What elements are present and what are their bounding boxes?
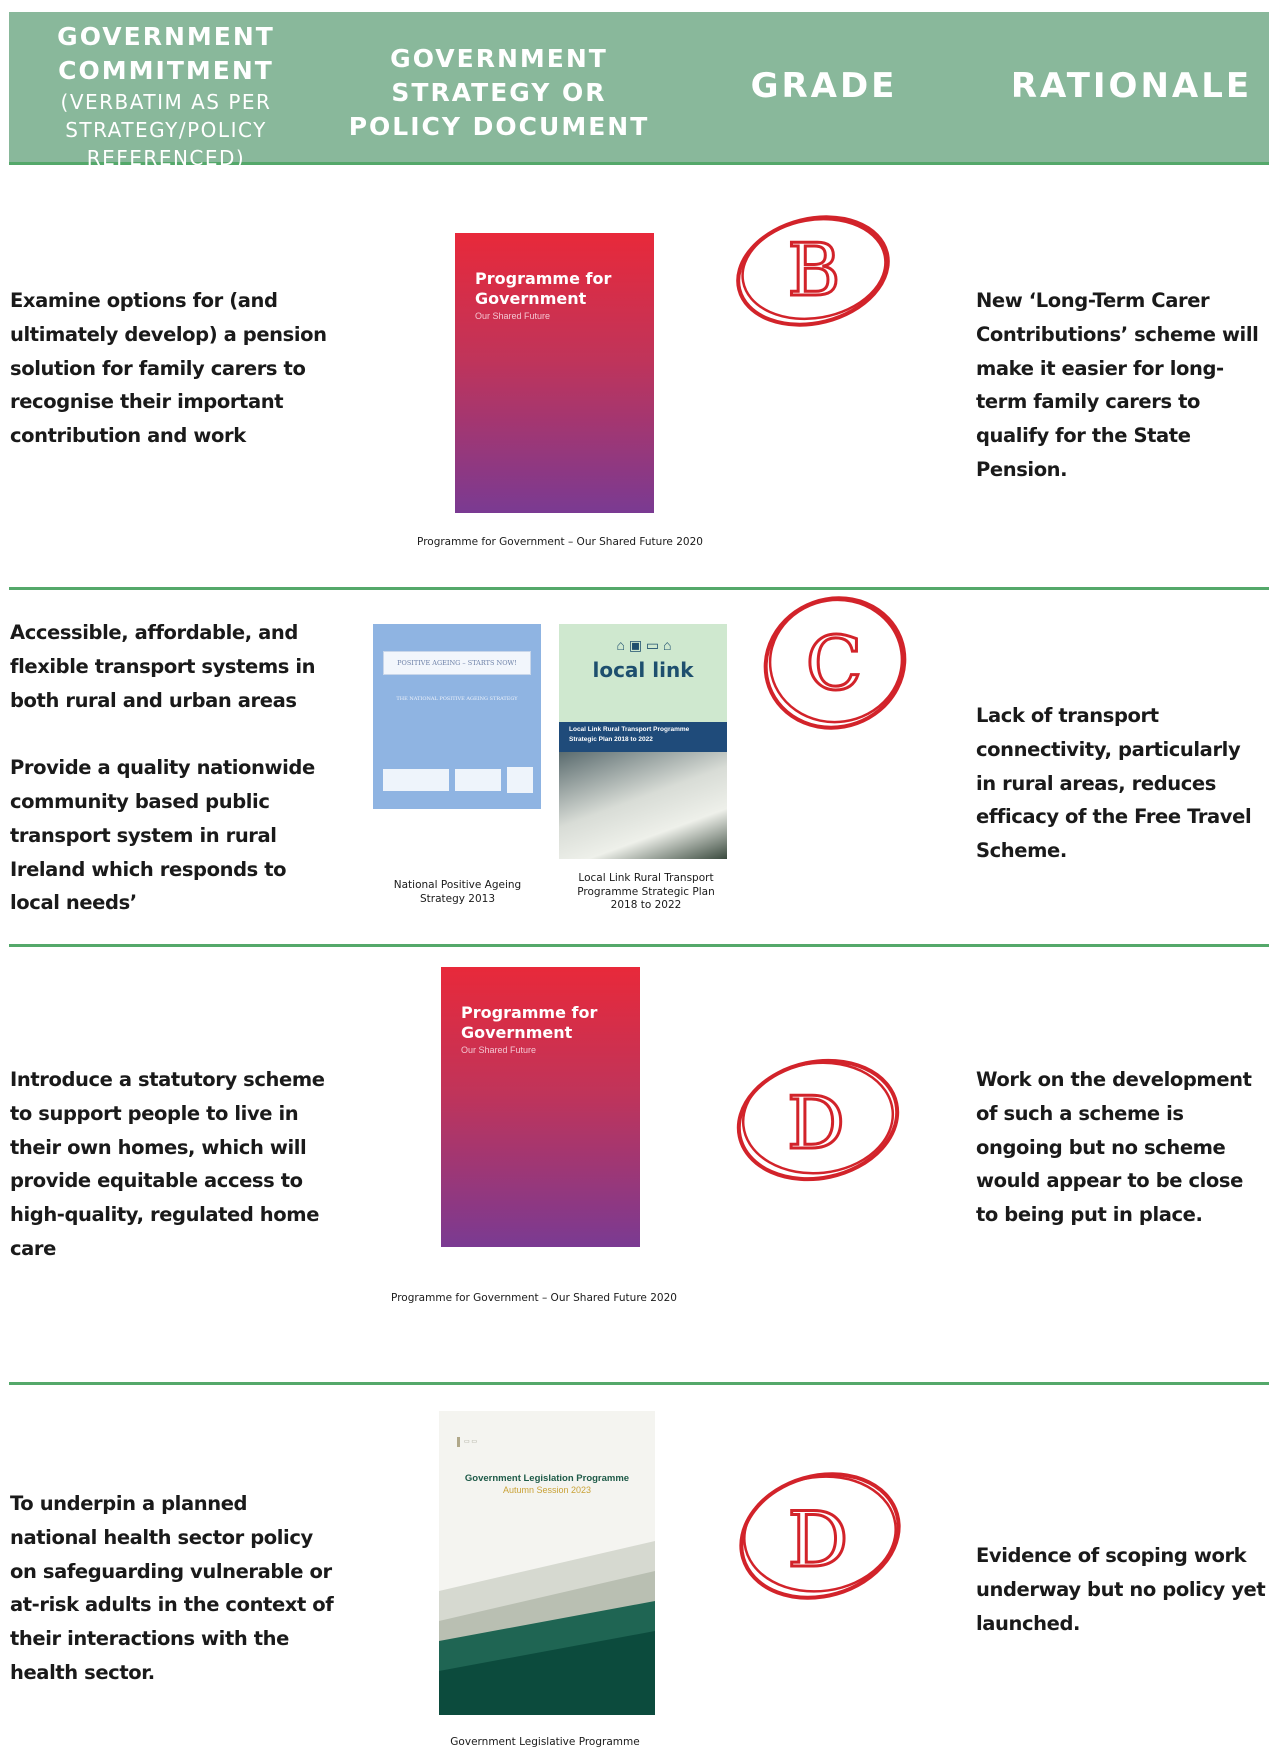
header-col-rationale: RATIONALE	[1010, 66, 1253, 106]
row-divider	[9, 944, 1269, 947]
rationale-text: New ‘Long-Term Carer Contributions’ sche…	[976, 289, 1259, 481]
row-divider	[9, 587, 1269, 590]
cover-graphic	[439, 1541, 655, 1715]
commitment-text: Introduce a statutory scheme to support …	[10, 1068, 325, 1260]
rationale-text: Evidence of scoping work underway but no…	[976, 1544, 1266, 1635]
cover-subtitle: Autumn Session 2023	[502, 1485, 592, 1495]
cover-subtitle: Our Shared Future	[461, 1045, 537, 1055]
logo-strip	[383, 767, 533, 793]
rationale-text: Lack of transport connectivity, particul…	[976, 704, 1252, 863]
hse-logo-icon	[383, 769, 449, 791]
ha-logo-icon	[507, 767, 533, 793]
partner-logo-icon	[455, 769, 501, 791]
cover-title: POSITIVE AGEING – STARTS NOW!	[383, 651, 531, 675]
header-col-commitment: GOVERNMENT COMMITMENT (VERBATIM AS PER S…	[46, 20, 286, 172]
cover-subtitle: Local Link Rural Transport Programme Str…	[559, 722, 727, 752]
document-cover-pfg: Programme for Government Our Shared Futu…	[455, 233, 654, 513]
document-cover-local-link: ⌂ ▣ ▭ ⌂ local link Local Link Rural Tran…	[559, 624, 727, 859]
header-commitment-subtitle: (VERBATIM AS PER STRATEGY/POLICY REFEREN…	[60, 90, 272, 170]
commitment-text: Accessible, affordable, and flexible tra…	[10, 621, 316, 915]
commitment-text: Examine options for (and ultimately deve…	[10, 289, 327, 448]
document-cover-legislation-programme: ▭ ▭ Government Legislation Programme Aut…	[439, 1411, 655, 1715]
cover-subtitle: THE NATIONAL POSITIVE AGEING STRATEGY	[396, 696, 518, 702]
cover-title: Programme for Government	[461, 1003, 598, 1042]
harp-logo-icon: ▭ ▭	[457, 1437, 514, 1447]
document-caption: Government Legislative Programme	[450, 1736, 640, 1748]
header-col-grade: GRADE	[750, 66, 898, 106]
grade-letter: D	[788, 1495, 849, 1584]
document-caption: Programme for Government – Our Shared Fu…	[417, 536, 703, 548]
row-divider	[9, 1382, 1269, 1385]
header-commitment-title: GOVERNMENT COMMITMENT	[57, 22, 275, 85]
grade-letter: D	[787, 1081, 845, 1165]
document-caption: National Positive Ageing Strategy 2013	[393, 879, 522, 905]
document-cover-positive-ageing: POSITIVE AGEING – STARTS NOW! THE NATION…	[373, 624, 541, 809]
cover-title: local link	[592, 658, 694, 682]
rationale-text: Work on the development of such a scheme…	[976, 1068, 1252, 1227]
grade-c-icon: C	[763, 596, 907, 730]
cover-title: Government Legislation Programme	[464, 1473, 630, 1484]
grade-b-icon: B	[736, 215, 890, 327]
grade-d-icon: D	[739, 1472, 901, 1600]
cover-title: Programme for Government	[475, 269, 612, 308]
table-header: GOVERNMENT COMMITMENT (VERBATIM AS PER S…	[9, 12, 1269, 170]
cover-photo	[559, 752, 727, 859]
grade-letter: C	[806, 621, 863, 707]
grade-letter: B	[788, 228, 841, 312]
local-link-icons: ⌂ ▣ ▭ ⌂	[616, 637, 672, 653]
header-col-document: GOVERNMENT STRATEGY OR POLICY DOCUMENT	[348, 44, 650, 141]
document-cover-pfg: Programme for Government Our Shared Futu…	[441, 967, 640, 1247]
cover-subtitle: Our Shared Future	[475, 311, 551, 321]
commitment-text: To underpin a planned national health se…	[10, 1492, 334, 1684]
document-caption: Programme for Government – Our Shared Fu…	[391, 1292, 677, 1304]
document-caption: Local Link Rural Transport Programme Str…	[577, 872, 715, 911]
grade-d-icon: D	[736, 1058, 900, 1182]
